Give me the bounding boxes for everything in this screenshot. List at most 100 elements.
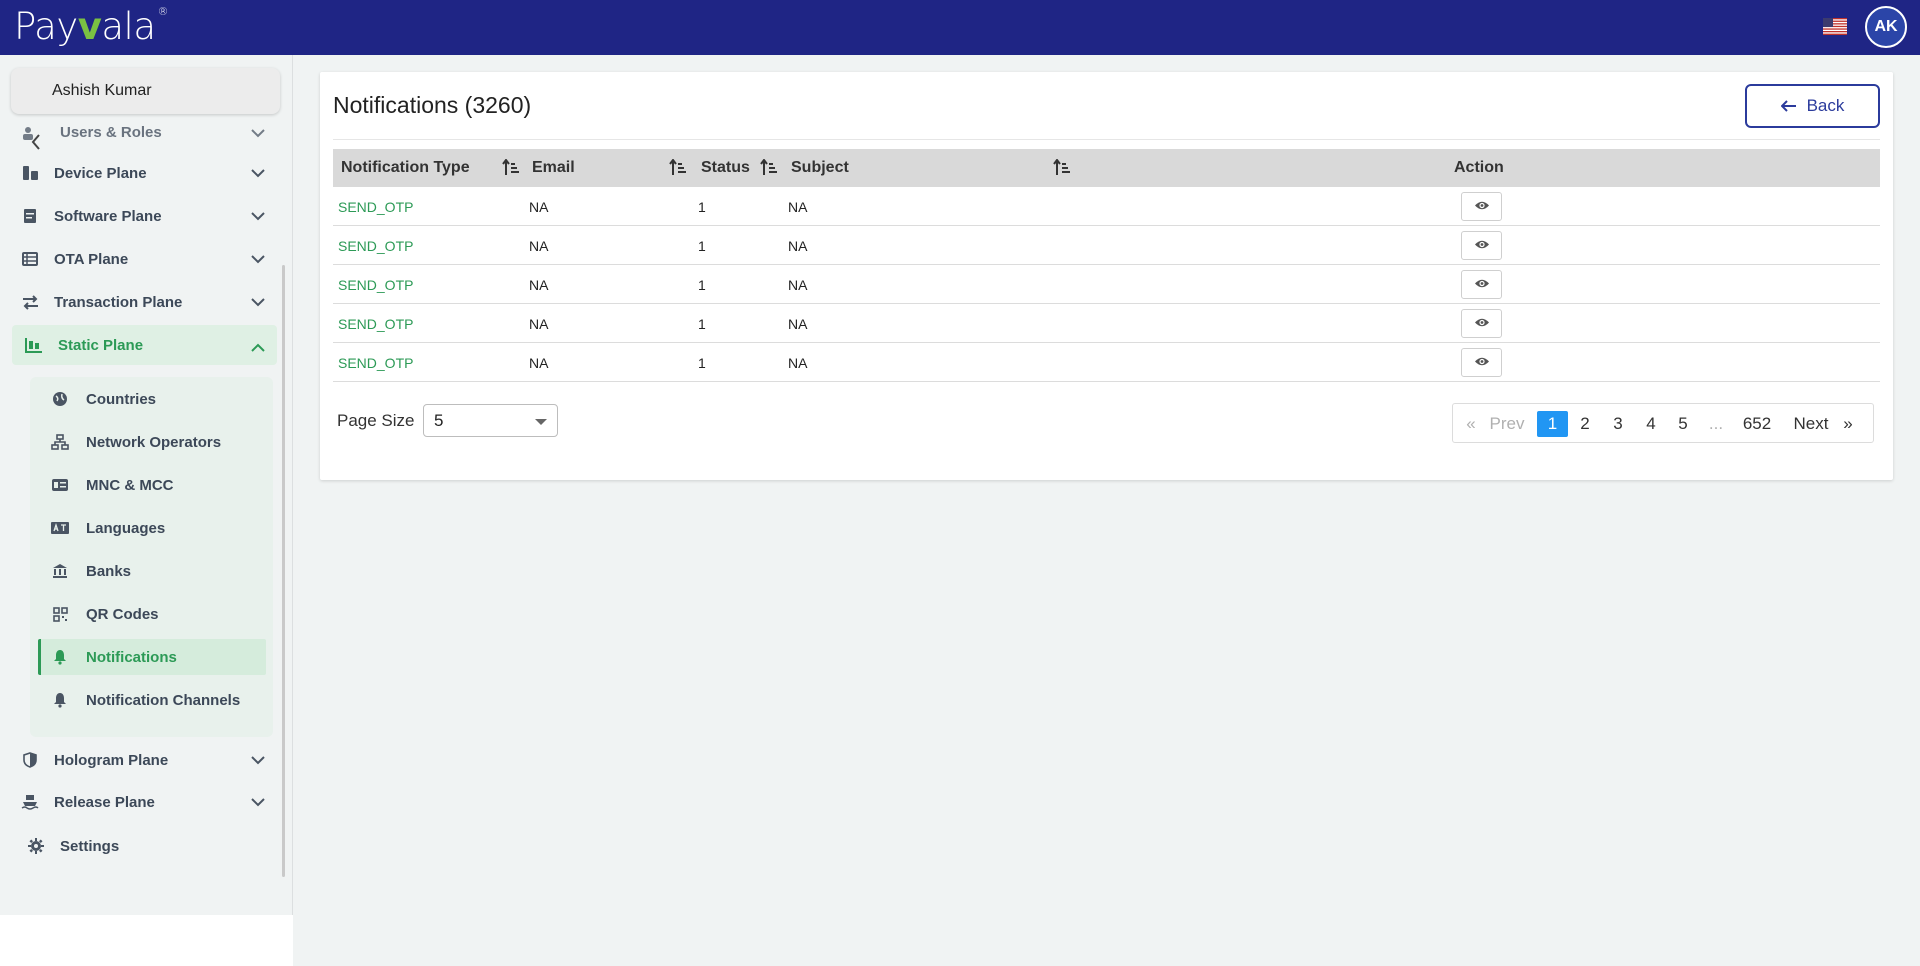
column-header-notification-type[interactable]: Notification Type (341, 149, 470, 187)
pagination-prev[interactable]: Prev (1487, 411, 1527, 437)
pagination-first[interactable]: « (1463, 411, 1479, 437)
eye-icon (1474, 237, 1490, 255)
cell-status: 1 (698, 276, 706, 293)
sidebar-item-settings[interactable]: Settings (12, 828, 277, 864)
column-header-label: Status (701, 159, 750, 176)
divider (333, 139, 1880, 140)
sidebar-item-transaction-plane[interactable]: Transaction Plane (12, 284, 277, 320)
page-size-value: 5 (434, 410, 444, 430)
transaction-plane-icon (18, 294, 42, 310)
cell-email: NA (529, 354, 549, 371)
pagination-page-3[interactable]: 3 (1606, 411, 1630, 437)
us-flag-icon[interactable] (1823, 18, 1847, 35)
bell-icon (48, 692, 72, 708)
column-header-label: Action (1454, 159, 1504, 176)
submenu-item-label: QR Codes (86, 605, 159, 623)
cell-email: NA (529, 276, 549, 293)
logo-text-v: v (77, 4, 102, 48)
back-button[interactable]: Back (1745, 84, 1880, 128)
submenu-item-notifications[interactable]: Notifications (38, 639, 266, 675)
view-button[interactable] (1461, 348, 1502, 377)
chevron-down-icon (251, 794, 265, 811)
sidebar-item-ota-plane[interactable]: OTA Plane (12, 241, 277, 277)
table-row: SEND_OTP NA 1 NA (333, 304, 1880, 343)
submenu-item-banks[interactable]: Banks (38, 553, 266, 589)
submenu-item-network-operators[interactable]: Network Operators (38, 424, 266, 460)
submenu-item-mnc-mcc[interactable]: MNC & MCC (38, 467, 266, 503)
submenu-item-label: Notification Channels (86, 691, 241, 709)
chevron-up-icon (251, 339, 265, 356)
pagination-last-page[interactable]: 652 (1737, 411, 1777, 437)
sidebar-item-static-plane[interactable]: Static Plane (12, 325, 277, 365)
pagination-page-1[interactable]: 1 (1537, 411, 1568, 437)
user-avatar[interactable]: AK (1865, 6, 1907, 48)
sidebar-item-label: Transaction Plane (54, 293, 183, 311)
cell-notification-type[interactable]: SEND_OTP (338, 304, 413, 343)
sidebar-scrollbar[interactable] (282, 265, 285, 877)
column-header-status[interactable]: Status (701, 149, 750, 187)
submenu-item-notification-channels[interactable]: Notification Channels (38, 682, 266, 718)
submenu-item-languages[interactable]: Languages (38, 510, 266, 546)
id-card-icon (48, 478, 72, 492)
chevron-down-icon (251, 165, 265, 182)
sidebar-item-users-roles[interactable]: Users & Roles (12, 119, 277, 141)
sidebar-item-label: Settings (60, 837, 120, 855)
logo-registered-mark: ® (157, 4, 169, 18)
sidebar: Ashish Kumar Users & Roles Device Plane … (0, 55, 293, 915)
column-header-label: Email (532, 159, 575, 176)
sidebar-item-hologram-plane[interactable]: Hologram Plane (12, 742, 277, 778)
cell-notification-type[interactable]: SEND_OTP (338, 343, 413, 382)
sort-icon[interactable] (1053, 158, 1071, 181)
pagination-page-5[interactable]: 5 (1671, 411, 1695, 437)
column-header-action: Action (1454, 149, 1504, 187)
sidebar-item-label: Hologram Plane (54, 751, 169, 769)
view-button[interactable] (1461, 270, 1502, 299)
eye-icon (1474, 354, 1490, 372)
page-size-label: Page Size (337, 411, 415, 430)
gear-icon (24, 838, 48, 854)
sidebar-item-release-plane[interactable]: Release Plane (12, 784, 277, 820)
sort-icon[interactable] (669, 158, 687, 181)
ota-plane-icon (18, 252, 42, 266)
user-card[interactable]: Ashish Kumar (11, 68, 280, 114)
pagination-page-4[interactable]: 4 (1639, 411, 1663, 437)
eye-icon (1474, 198, 1490, 216)
eye-icon (1474, 315, 1490, 333)
submenu-item-countries[interactable]: Countries (38, 381, 266, 417)
view-button[interactable] (1461, 192, 1502, 221)
table-row: SEND_OTP NA 1 NA (333, 226, 1880, 265)
table-row: SEND_OTP NA 1 NA (333, 343, 1880, 382)
sidebar-item-device-plane[interactable]: Device Plane (12, 155, 277, 191)
paywala-logo[interactable]: Pay v ala ® (14, 4, 168, 48)
sidebar-item-software-plane[interactable]: Software Plane (12, 198, 277, 234)
view-button[interactable] (1461, 309, 1502, 338)
cell-notification-type[interactable]: SEND_OTP (338, 187, 413, 226)
table-row: SEND_OTP NA 1 NA (333, 265, 1880, 304)
pagination-last[interactable]: » (1839, 411, 1857, 437)
sidebar-footer (0, 915, 293, 966)
page-size-select[interactable]: 5 (423, 404, 558, 437)
bank-icon (48, 563, 72, 579)
sort-icon[interactable] (760, 158, 778, 181)
cell-status: 1 (698, 354, 706, 371)
release-plane-icon (18, 794, 42, 810)
column-header-subject[interactable]: Subject (791, 149, 849, 187)
sidebar-item-label: Static Plane (58, 336, 144, 354)
column-header-email[interactable]: Email (532, 149, 575, 187)
cell-subject: NA (788, 354, 808, 371)
sort-icon[interactable] (502, 158, 520, 181)
view-button[interactable] (1461, 231, 1502, 260)
caret-down-icon (535, 419, 547, 425)
column-header-label: Notification Type (341, 159, 470, 176)
cell-notification-type[interactable]: SEND_OTP (338, 265, 413, 304)
pagination-page-2[interactable]: 2 (1573, 411, 1597, 437)
chevron-down-icon (251, 208, 265, 225)
submenu-item-label: Countries (86, 390, 157, 408)
qr-code-icon (48, 606, 72, 622)
submenu-item-qr-codes[interactable]: QR Codes (38, 596, 266, 632)
table-row: SEND_OTP NA 1 NA (333, 187, 1880, 226)
cell-notification-type[interactable]: SEND_OTP (338, 226, 413, 265)
page-title-text: Notifications (3260) (333, 92, 532, 118)
pagination-next[interactable]: Next (1789, 411, 1833, 437)
collapse-sidebar-icon[interactable] (30, 134, 42, 155)
